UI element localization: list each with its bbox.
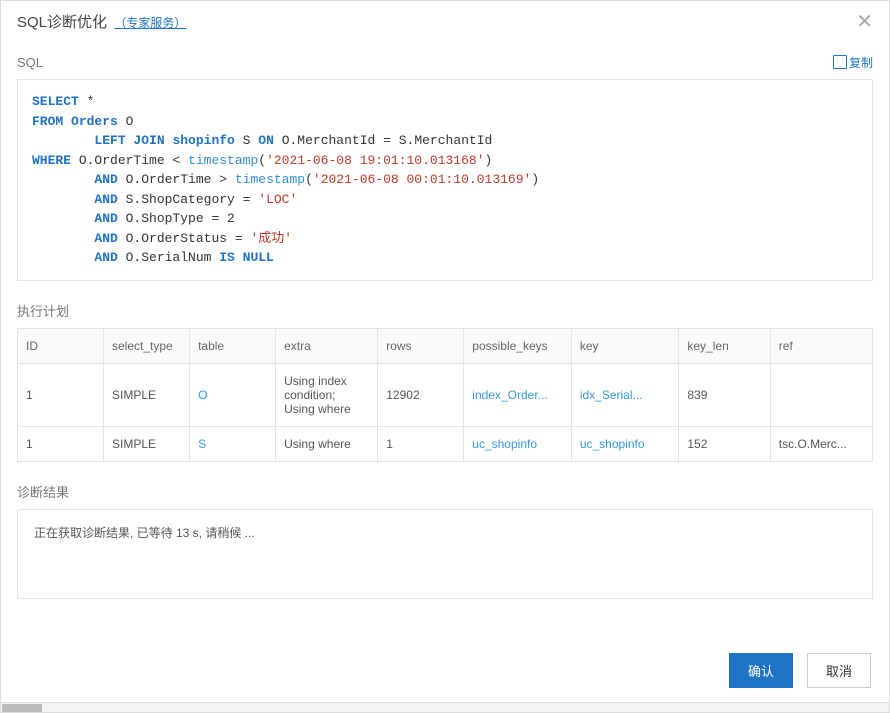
dialog-title: SQL诊断优化 bbox=[17, 14, 107, 31]
execution-plan-table: IDselect_typetableextrarowspossible_keys… bbox=[17, 328, 873, 462]
table-cell: Using where bbox=[276, 426, 378, 461]
table-header-cell: ref bbox=[770, 328, 872, 363]
table-header-cell: extra bbox=[276, 328, 378, 363]
table-cell: Using index condition; Using where bbox=[276, 363, 378, 426]
table-cell: 1 bbox=[378, 426, 464, 461]
table-row: 1SIMPLESUsing where1uc_shopinfouc_shopin… bbox=[18, 426, 873, 461]
diagnosis-result-box: 正在获取诊断结果, 已等待 13 s, 请稍候 ... bbox=[17, 509, 873, 599]
table-cell bbox=[770, 363, 872, 426]
table-cell: 12902 bbox=[378, 363, 464, 426]
table-header-cell: rows bbox=[378, 328, 464, 363]
table-cell-link[interactable]: S bbox=[198, 437, 267, 451]
cancel-button[interactable]: 取消 bbox=[807, 653, 871, 688]
table-cell: uc_shopinfo bbox=[464, 426, 572, 461]
table-cell: SIMPLE bbox=[104, 363, 190, 426]
table-cell: 152 bbox=[679, 426, 770, 461]
table-header-cell: key bbox=[571, 328, 679, 363]
table-cell-link[interactable]: idx_Serial... bbox=[580, 388, 671, 402]
table-row: 1SIMPLE O Using index condition; Using whe… bbox=[18, 363, 873, 426]
dialog-title-wrap: SQL诊断优化 （专家服务） bbox=[17, 11, 186, 32]
sql-diagnosis-dialog: SQL诊断优化 （专家服务） ✕ SQL 复制 SELECT * FROM Or… bbox=[0, 0, 890, 713]
sql-section-header: SQL 复制 bbox=[17, 54, 873, 71]
diagnosis-label: 诊断结果 bbox=[17, 482, 873, 501]
table-cell: 839 bbox=[679, 363, 770, 426]
table-header-cell: possible_keys bbox=[464, 328, 572, 363]
table-cell: S bbox=[190, 426, 276, 461]
table-cell: idx_Serial... bbox=[571, 363, 679, 426]
table-cell: 1 bbox=[18, 426, 104, 461]
table-cell: tsc.O.Merc... bbox=[770, 426, 872, 461]
table-cell: SIMPLE bbox=[104, 426, 190, 461]
ok-button[interactable]: 确认 bbox=[729, 653, 793, 688]
dialog-footer: 确认 取消 bbox=[1, 639, 889, 702]
copy-icon bbox=[835, 57, 847, 69]
table-header-cell: key_len bbox=[679, 328, 770, 363]
plan-section: 执行计划 IDselect_typetableextrarowspossible… bbox=[17, 301, 873, 462]
sql-label: SQL bbox=[17, 55, 43, 70]
table-cell: 1 bbox=[18, 363, 104, 426]
diagnosis-section: 诊断结果 正在获取诊断结果, 已等待 13 s, 请稍候 ... bbox=[17, 482, 873, 599]
copy-label: 复制 bbox=[849, 54, 873, 71]
table-header-cell: ID bbox=[18, 328, 104, 363]
copy-button[interactable]: 复制 bbox=[835, 54, 873, 71]
table-cell: uc_shopinfo bbox=[571, 426, 679, 461]
sql-code-box[interactable]: SELECT * FROM Orders O LEFT JOIN shopinf… bbox=[17, 79, 873, 281]
table-header-cell: table bbox=[190, 328, 276, 363]
table-cell-link[interactable]: index_Order... bbox=[472, 388, 563, 402]
horizontal-scrollbar[interactable] bbox=[1, 702, 889, 712]
close-icon[interactable]: ✕ bbox=[856, 12, 873, 32]
diagnosis-message: 正在获取诊断结果, 已等待 13 s, 请稍候 ... bbox=[34, 526, 255, 540]
table-cell: index_Order... bbox=[464, 363, 572, 426]
table-cell-link[interactable]: uc_shopinfo bbox=[472, 437, 563, 451]
dialog-header: SQL诊断优化 （专家服务） ✕ bbox=[1, 1, 889, 42]
scrollbar-thumb[interactable] bbox=[2, 704, 42, 712]
expert-service-link[interactable]: （专家服务） bbox=[114, 16, 186, 30]
dialog-body: SQL 复制 SELECT * FROM Orders O LEFT JOIN … bbox=[1, 42, 889, 639]
plan-label: 执行计划 bbox=[17, 301, 873, 320]
table-cell: O bbox=[190, 363, 276, 426]
table-cell-link[interactable]: O bbox=[198, 388, 267, 402]
table-cell-link[interactable]: uc_shopinfo bbox=[580, 437, 671, 451]
table-header-row: IDselect_typetableextrarowspossible_keys… bbox=[18, 328, 873, 363]
table-header-cell: select_type bbox=[104, 328, 190, 363]
